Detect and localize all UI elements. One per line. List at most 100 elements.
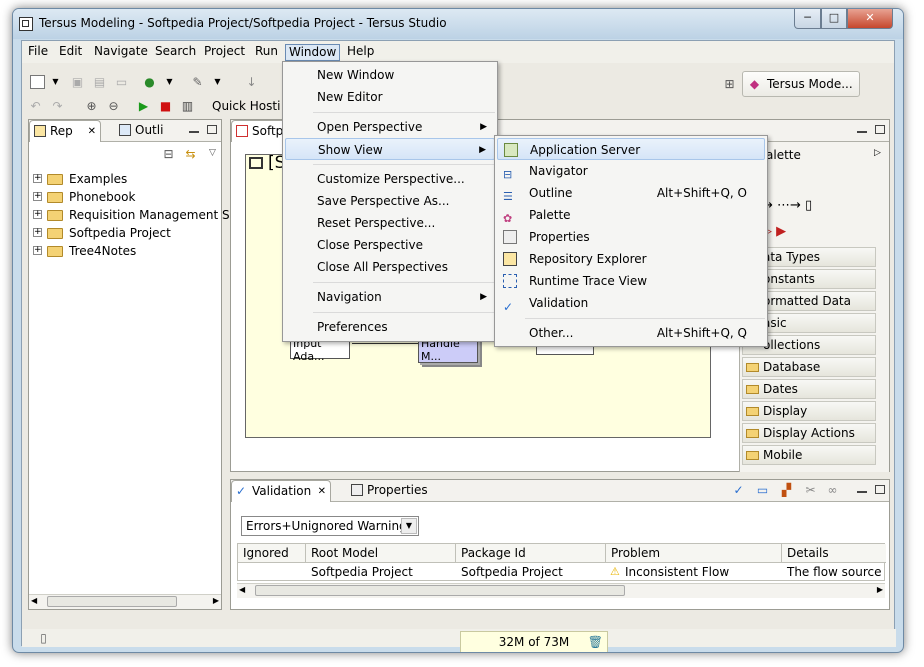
save-icon[interactable]: ▣: [70, 75, 85, 89]
menu-item-new-window[interactable]: New Window: [285, 64, 495, 86]
zoom-out-icon[interactable]: ⊖: [106, 99, 121, 113]
print-icon[interactable]: ▭: [114, 75, 129, 89]
menu-item-preferences[interactable]: Preferences: [285, 316, 495, 338]
server-icon[interactable]: ▥: [180, 99, 195, 113]
scroll-thumb[interactable]: [47, 596, 177, 607]
tab-repository[interactable]: Rep ✕: [29, 120, 101, 142]
minimize-view-icon[interactable]: [857, 131, 867, 133]
menu-item-palette[interactable]: ✿ Palette: [497, 204, 765, 226]
menu-item-save-perspective[interactable]: Save Perspective As...: [285, 190, 495, 212]
maximize-view-icon[interactable]: [207, 125, 217, 134]
menu-search[interactable]: Search: [152, 44, 199, 61]
horizontal-scrollbar[interactable]: ◀ ▶: [237, 583, 885, 598]
view-menu-icon[interactable]: ▽: [205, 146, 220, 160]
trash-icon[interactable]: 🗑: [588, 632, 603, 652]
menu-item-show-view[interactable]: Show View ▶: [285, 138, 495, 160]
run-icon[interactable]: ▶: [136, 99, 151, 113]
column-header[interactable]: Problem: [606, 544, 782, 563]
menu-item-validation[interactable]: ✓ Validation: [497, 292, 765, 314]
horizontal-scrollbar[interactable]: ◀ ▶: [29, 594, 221, 609]
maximize-view-icon[interactable]: [875, 485, 885, 494]
menu-item-navigator[interactable]: ⊟ Navigator: [497, 160, 765, 182]
menu-edit[interactable]: Edit: [56, 44, 85, 61]
maximize-view-icon[interactable]: [875, 125, 885, 134]
filter-icon[interactable]: ▭: [755, 483, 770, 497]
menu-item-outline[interactable]: ☰ Outline Alt+Shift+Q, O: [497, 182, 765, 204]
menu-item-new-editor[interactable]: New Editor: [285, 86, 495, 108]
scroll-right-icon[interactable]: ▶: [213, 596, 219, 605]
expand-icon[interactable]: +: [33, 210, 42, 219]
search-icon[interactable]: ●: [142, 75, 157, 89]
zoom-in-icon[interactable]: ⊕: [84, 99, 99, 113]
connection-tools-icon[interactable]: → ⋯→ ▯: [762, 198, 812, 213]
maximize-button[interactable]: □: [821, 9, 847, 29]
new-icon[interactable]: [30, 75, 45, 89]
menu-project[interactable]: Project: [201, 44, 248, 61]
wand-icon[interactable]: ✎: [190, 75, 205, 89]
menu-item-navigation[interactable]: Navigation ▶: [285, 286, 495, 308]
hierarchy-icon[interactable]: ▞: [779, 483, 794, 497]
scroll-left-icon[interactable]: ◀: [31, 596, 37, 605]
chevron-down-icon[interactable]: ▼: [401, 518, 417, 534]
menu-file[interactable]: File: [25, 44, 51, 61]
expand-icon[interactable]: +: [33, 246, 42, 255]
stop-icon[interactable]: ■: [158, 99, 173, 113]
menu-item-other[interactable]: Other... Alt+Shift+Q, Q: [497, 322, 765, 344]
close-icon[interactable]: ✕: [318, 481, 326, 502]
expand-icon[interactable]: +: [33, 174, 42, 183]
palette-item[interactable]: Database: [742, 357, 876, 377]
menu-help[interactable]: Help: [344, 44, 377, 61]
minimize-view-icon[interactable]: [189, 131, 199, 133]
menu-item-close-perspective[interactable]: Close Perspective: [285, 234, 495, 256]
step-icon[interactable]: ↓: [244, 75, 259, 89]
menu-item-repository-explorer[interactable]: Repository Explorer: [497, 248, 765, 270]
palette-item[interactable]: Dates: [742, 379, 876, 399]
chevron-down-icon[interactable]: ▼: [48, 75, 63, 89]
menu-item-application-server[interactable]: Application Server: [497, 138, 765, 160]
chevron-down-icon[interactable]: ▼: [162, 75, 177, 89]
quick-hosting-button[interactable]: Quick Hosti: [212, 99, 280, 113]
minimize-button[interactable]: ─: [794, 9, 821, 29]
palette-item[interactable]: Display: [742, 401, 876, 421]
palette-item[interactable]: Mobile: [742, 445, 876, 465]
scroll-right-icon[interactable]: ▶: [877, 585, 883, 594]
expand-icon[interactable]: +: [33, 228, 42, 237]
save-all-icon[interactable]: ▤: [92, 75, 107, 89]
tab-outline[interactable]: Outli: [115, 120, 175, 142]
menu-run[interactable]: Run: [252, 44, 281, 61]
menu-item-open-perspective[interactable]: Open Perspective ▶: [285, 116, 495, 138]
column-header[interactable]: Package Id: [456, 544, 606, 563]
title-bar[interactable]: Tersus Modeling - Softpedia Project/Soft…: [13, 9, 903, 39]
column-header[interactable]: Details: [782, 544, 886, 563]
menu-item-reset-perspective[interactable]: Reset Perspective...: [285, 212, 495, 234]
palette-item[interactable]: Display Actions: [742, 423, 876, 443]
scroll-left-icon[interactable]: ◀: [239, 585, 245, 594]
menu-item-customize-perspective[interactable]: Customize Perspective...: [285, 168, 495, 190]
validate-icon[interactable]: ✓: [731, 483, 746, 497]
fast-view-icon[interactable]: ▯: [36, 631, 51, 645]
chevron-down-icon[interactable]: ▼: [210, 75, 225, 89]
menu-item-runtime-trace-view[interactable]: Runtime Trace View: [497, 270, 765, 292]
redo-icon[interactable]: ↷: [50, 99, 65, 113]
link-editor-icon[interactable]: ⇆: [183, 147, 198, 161]
menu-window[interactable]: Window: [285, 44, 341, 61]
tools-icon[interactable]: ✂: [803, 483, 818, 497]
glasses-icon[interactable]: ∞: [825, 483, 840, 497]
close-icon[interactable]: ✕: [88, 121, 96, 142]
undo-icon[interactable]: ↶: [28, 99, 43, 113]
scroll-thumb[interactable]: [255, 585, 625, 596]
close-button[interactable]: ✕: [847, 9, 893, 29]
menu-navigate[interactable]: Navigate: [91, 44, 151, 61]
column-header[interactable]: Ignored: [238, 544, 306, 563]
menu-item-close-all-perspectives[interactable]: Close All Perspectives: [285, 256, 495, 278]
chevron-right-icon[interactable]: ▷: [874, 148, 881, 158]
open-perspective-icon[interactable]: ⊞: [722, 77, 737, 91]
filter-select[interactable]: Errors+Unignored Warnings ▼: [241, 516, 419, 536]
collapse-all-icon[interactable]: ⊟: [161, 147, 176, 161]
column-header[interactable]: Root Model: [306, 544, 456, 563]
tab-validation[interactable]: ✓ Validation ✕: [231, 480, 331, 502]
minimize-view-icon[interactable]: [857, 491, 867, 493]
expand-icon[interactable]: +: [33, 192, 42, 201]
tab-properties[interactable]: Properties: [347, 480, 428, 502]
menu-item-properties[interactable]: Properties: [497, 226, 765, 248]
